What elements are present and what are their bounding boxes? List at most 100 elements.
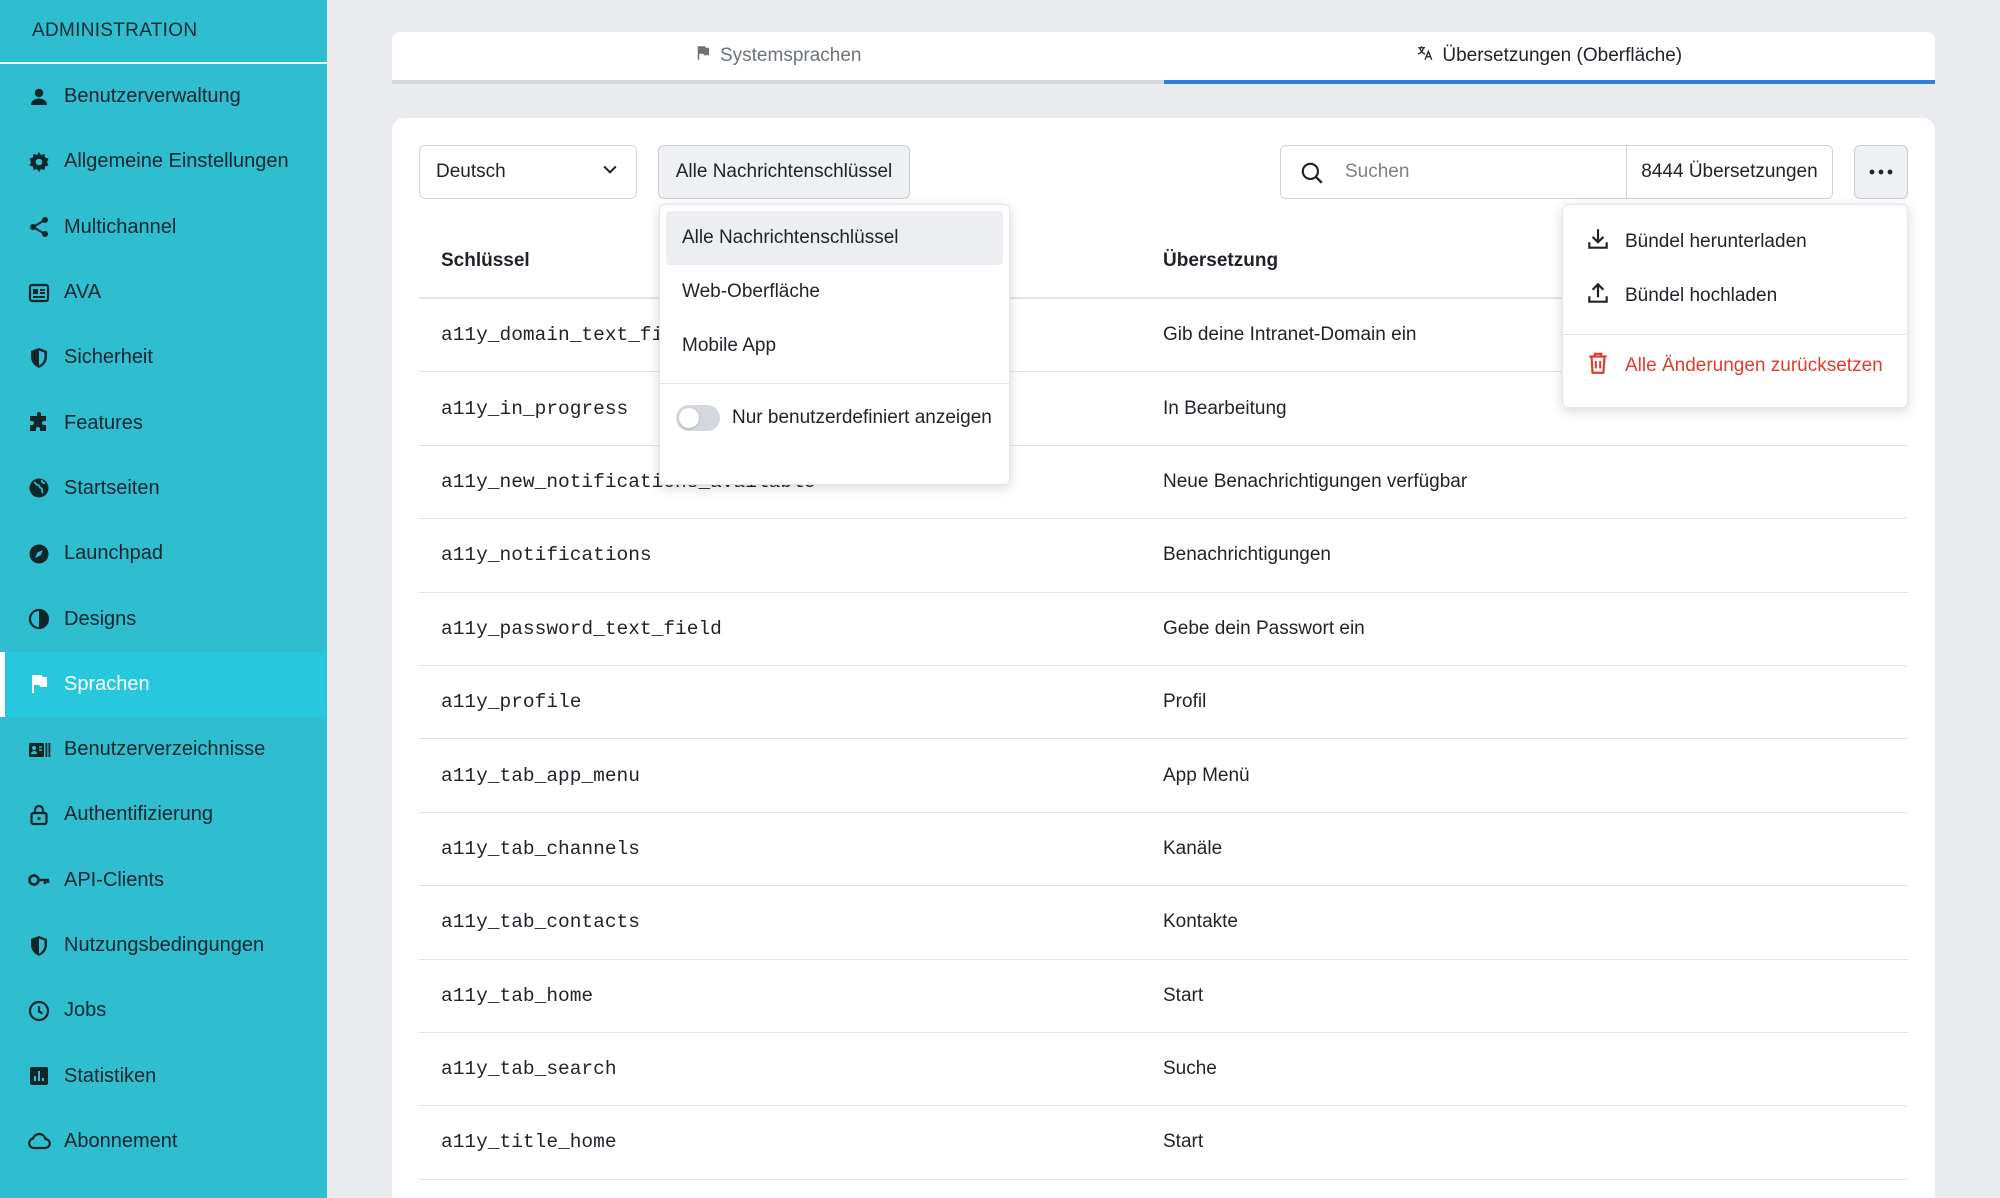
more-options-button[interactable] xyxy=(1854,145,1908,199)
tab-bar: Systemsprachen Übersetzungen (Oberfläche… xyxy=(392,32,1935,84)
table-row[interactable]: a11y_tab_search Suche xyxy=(419,1033,1908,1107)
lock-icon xyxy=(26,802,52,828)
filter-option-web[interactable]: Web-Oberfläche xyxy=(666,265,1003,319)
key-icon xyxy=(26,867,52,893)
sidebar-item-label: Benutzerverwaltung xyxy=(64,85,241,108)
row-key: a11y_tab_contacts xyxy=(441,911,640,934)
menu-divider xyxy=(1563,334,1907,335)
directory-icon xyxy=(26,737,52,763)
tab-label: Übersetzungen (Oberfläche) xyxy=(1442,45,1683,66)
ava-icon xyxy=(26,280,52,306)
sidebar-item-label: Abonnement xyxy=(64,1129,178,1152)
row-value: Profil xyxy=(1163,691,1207,713)
row-key: a11y_profile xyxy=(441,691,582,714)
row-key: a11y_tab_home xyxy=(441,984,594,1007)
row-value: Benachrichtigungen xyxy=(1163,544,1331,566)
sidebar-item-benutzerverwaltung[interactable]: Benutzerverwaltung xyxy=(0,64,327,129)
compass-icon xyxy=(26,541,52,567)
contrast-icon xyxy=(26,606,52,632)
sidebar-item-launchpad[interactable]: Launchpad xyxy=(0,521,327,586)
table-row[interactable]: a11y_tab_contacts Kontakte xyxy=(419,886,1908,960)
reset-changes-item[interactable]: Alle Änderungen zurücksetzen xyxy=(1563,339,1907,393)
row-value: App Menü xyxy=(1163,764,1250,786)
search-input[interactable] xyxy=(1281,146,1626,198)
row-value: Gebe dein Passwort ein xyxy=(1163,617,1365,639)
table-row[interactable]: a11y_tab_app_menu App Menü xyxy=(419,739,1908,813)
table-row[interactable]: a11y_notifications Benachrichtigungen xyxy=(419,519,1908,593)
sidebar-item-benutzerverzeichnisse[interactable]: Benutzerverzeichnisse xyxy=(0,717,327,782)
sidebar-item-jobs[interactable]: Jobs xyxy=(0,978,327,1043)
sidebar-item-abonnement[interactable]: Abonnement xyxy=(0,1109,327,1174)
sidebar: ADMINISTRATION Benutzerverwaltung Allgem… xyxy=(0,0,327,1198)
more-options-menu: Bündel herunterladen Bündel hochladen Al… xyxy=(1562,204,1908,408)
sidebar-item-label: Allgemeine Einstellungen xyxy=(64,150,289,173)
sidebar-item-label: Launchpad xyxy=(64,542,163,565)
filter-option-all[interactable]: Alle Nachrichtenschlüssel xyxy=(666,211,1003,265)
table-row[interactable]: a11y_password_text_field Gebe dein Passwo… xyxy=(419,593,1908,666)
translate-icon xyxy=(1416,44,1434,68)
trash-icon xyxy=(1585,350,1611,382)
sidebar-item-label: Sprachen xyxy=(64,672,150,695)
sidebar-item-allgemeine-einstellungen[interactable]: Allgemeine Einstellungen xyxy=(0,129,327,194)
language-select-value: Deutsch xyxy=(436,161,506,182)
table-row[interactable]: a11y_tab_home Start xyxy=(419,960,1908,1033)
sidebar-item-label: Jobs xyxy=(64,999,107,1022)
upload-bundle-label: Bündel hochladen xyxy=(1625,285,1778,306)
download-icon xyxy=(1585,226,1611,258)
sidebar-item-designs[interactable]: Designs xyxy=(0,586,327,651)
chart-icon xyxy=(26,1063,52,1089)
search-group: 8444 Übersetzungen xyxy=(1280,145,1833,199)
table-row[interactable]: a11y_new_notifications_available Neue Ben… xyxy=(419,446,1908,520)
row-key: a11y_tab_search xyxy=(441,1058,617,1081)
table-row[interactable]: a11y_title_home Start xyxy=(419,1106,1908,1180)
row-key: a11y_notifications xyxy=(441,544,652,567)
table-row[interactable]: a11y_tab_channels Kanäle xyxy=(419,813,1908,887)
sidebar-item-label: Features xyxy=(64,411,143,434)
globe-icon xyxy=(26,475,52,501)
reset-changes-label: Alle Änderungen zurücksetzen xyxy=(1625,355,1883,376)
sidebar-item-label: Authentifizierung xyxy=(64,803,213,826)
search-icon xyxy=(1299,160,1325,186)
tab-label: Systemsprachen xyxy=(719,45,862,66)
message-key-filter-dropdown: Alle Nachrichtenschlüssel Web-Oberfläche… xyxy=(659,204,1010,485)
table-row[interactable]: a11y_profile Profil xyxy=(419,666,1908,740)
sidebar-item-sicherheit[interactable]: Sicherheit xyxy=(0,325,327,390)
gear-icon xyxy=(26,149,52,175)
language-select[interactable]: Deutsch xyxy=(419,145,637,199)
custom-only-toggle[interactable] xyxy=(676,405,720,431)
filter-option-mobile[interactable]: Mobile App xyxy=(666,319,1003,373)
sidebar-item-startseiten[interactable]: Startseiten xyxy=(0,456,327,521)
sidebar-item-authentifizierung[interactable]: Authentifizierung xyxy=(0,782,327,847)
translation-count: 8444 Übersetzungen xyxy=(1626,146,1832,198)
sidebar-item-label: Startseiten xyxy=(64,476,160,499)
sidebar-item-multichannel[interactable]: Multichannel xyxy=(0,195,327,260)
ellipsis-icon xyxy=(1868,163,1894,181)
sidebar-item-label: Statistiken xyxy=(64,1064,157,1087)
row-value: Start xyxy=(1163,984,1204,1006)
sidebar-item-statistiken[interactable]: Statistiken xyxy=(0,1043,327,1108)
tab-uebersetzungen[interactable]: Übersetzungen (Oberfläche) xyxy=(1163,32,1935,84)
person-icon xyxy=(26,84,52,110)
row-value: Kanäle xyxy=(1163,837,1223,859)
sidebar-item-label: Multichannel xyxy=(64,215,177,238)
chevron-down-icon xyxy=(600,159,620,185)
row-key: a11y_tab_app_menu xyxy=(441,764,640,787)
sidebar-item-features[interactable]: Features xyxy=(0,390,327,455)
clock-icon xyxy=(26,998,52,1024)
row-value: Kontakte xyxy=(1163,911,1238,933)
download-bundle-item[interactable]: Bündel herunterladen xyxy=(1563,215,1907,269)
tab-systemsprachen[interactable]: Systemsprachen xyxy=(392,32,1164,84)
sidebar-item-ava[interactable]: AVA xyxy=(0,260,327,325)
sidebar-item-label: Sicherheit xyxy=(64,346,153,369)
message-key-filter-button[interactable]: Alle Nachrichtenschlüssel xyxy=(658,145,910,199)
sidebar-item-label: AVA xyxy=(64,281,102,304)
flag-icon xyxy=(26,671,52,697)
upload-bundle-item[interactable]: Bündel hochladen xyxy=(1563,269,1907,323)
sidebar-item-nutzungsbedingungen[interactable]: Nutzungsbedingungen xyxy=(0,913,327,978)
sidebar-item-api-clients[interactable]: API-Clients xyxy=(0,848,327,913)
row-key: a11y_tab_channels xyxy=(441,837,640,860)
sidebar-item-label: API-Clients xyxy=(64,868,165,891)
sidebar-item-label: Nutzungsbedingungen xyxy=(64,934,265,956)
sidebar-item-sprachen[interactable]: Sprachen xyxy=(0,651,327,717)
sidebar-item-label: Designs xyxy=(64,607,137,630)
